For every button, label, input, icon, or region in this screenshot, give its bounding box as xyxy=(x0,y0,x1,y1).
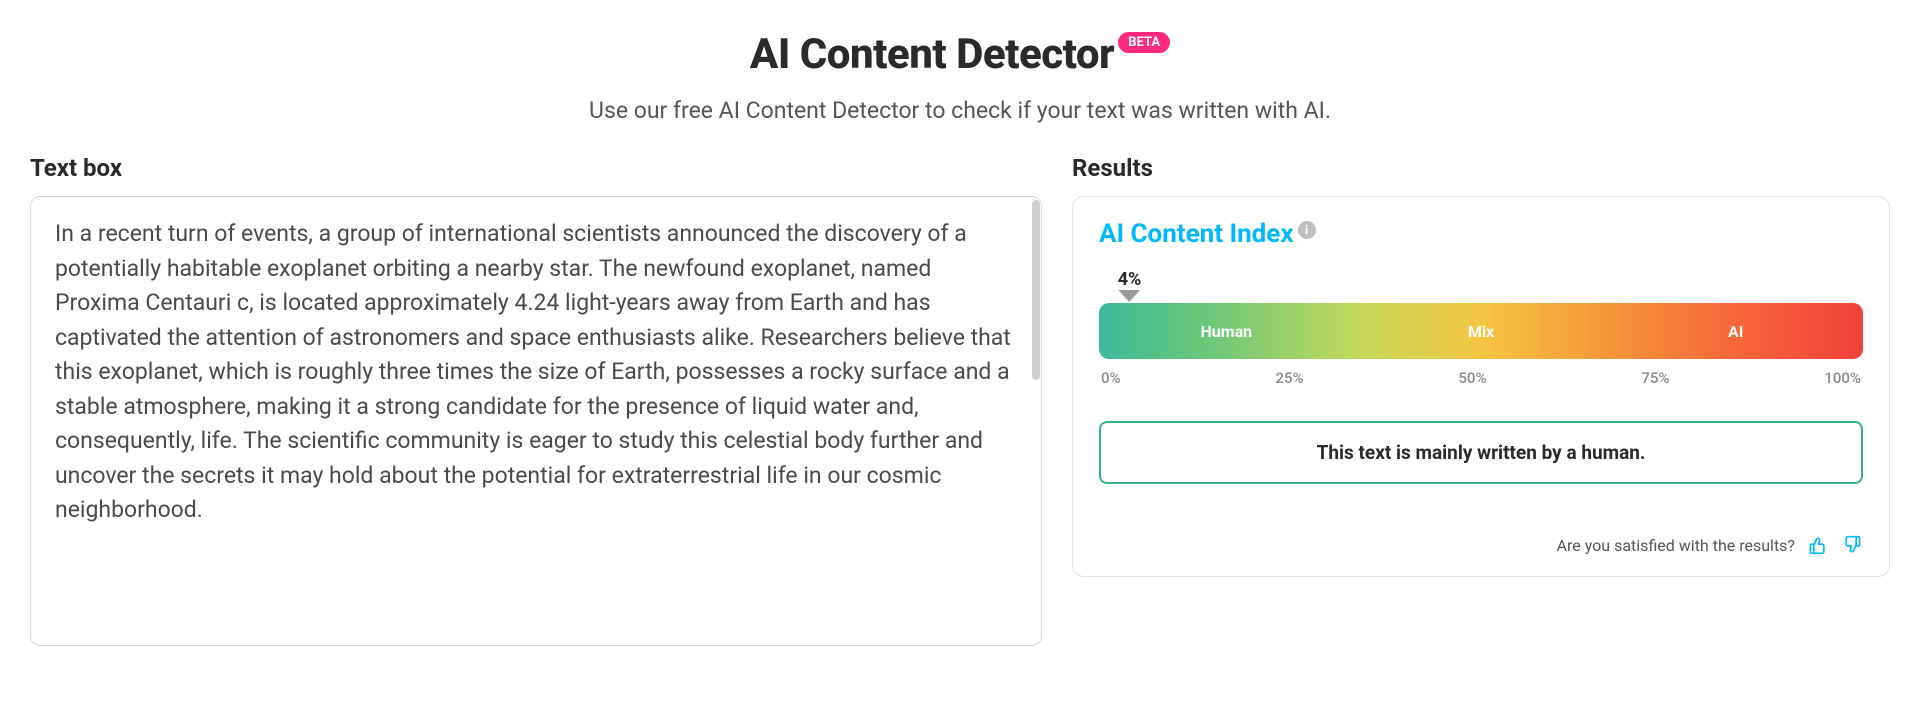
scrollbar-thumb[interactable] xyxy=(1032,200,1040,380)
content-textarea[interactable] xyxy=(30,196,1042,646)
verdict-box: This text is mainly written by a human. xyxy=(1099,421,1863,484)
feedback-row: Are you satisfied with the results? xyxy=(1099,534,1863,556)
beta-badge: BETA xyxy=(1118,32,1170,53)
tick-75: 75% xyxy=(1641,369,1669,387)
gauge-percent-label: 4% xyxy=(1118,269,1142,290)
gauge-seg-human: Human xyxy=(1099,322,1354,341)
gauge-ticks: 0% 25% 50% 75% 100% xyxy=(1099,369,1863,387)
header: AI Content Detector BETA Use our free AI… xyxy=(30,30,1890,124)
thumbs-down-icon[interactable] xyxy=(1841,534,1863,556)
thumbs-up-icon[interactable] xyxy=(1807,534,1829,556)
page-title: AI Content Detector xyxy=(750,30,1114,79)
feedback-prompt: Are you satisfied with the results? xyxy=(1557,536,1795,555)
gauge-seg-ai: AI xyxy=(1608,322,1863,341)
gauge-seg-mix: Mix xyxy=(1354,322,1609,341)
textbox-label: Text box xyxy=(30,154,1042,182)
gauge: 4% Human Mix AI 0% 25% 50% 75% 1 xyxy=(1099,269,1863,387)
info-icon[interactable]: i xyxy=(1298,221,1316,239)
tick-50: 50% xyxy=(1458,369,1486,387)
tick-100: 100% xyxy=(1824,369,1861,387)
tick-25: 25% xyxy=(1275,369,1303,387)
pointer-arrow-icon xyxy=(1119,290,1141,302)
page-subtitle: Use our free AI Content Detector to chec… xyxy=(30,97,1890,124)
gauge-bar: Human Mix AI xyxy=(1099,303,1863,359)
results-card: AI Content Index i 4% Human Mix AI xyxy=(1072,196,1890,577)
ai-content-index-title: AI Content Index xyxy=(1099,219,1294,249)
tick-0: 0% xyxy=(1101,369,1121,387)
results-label: Results xyxy=(1072,154,1890,182)
gauge-pointer: 4% xyxy=(1118,269,1142,302)
